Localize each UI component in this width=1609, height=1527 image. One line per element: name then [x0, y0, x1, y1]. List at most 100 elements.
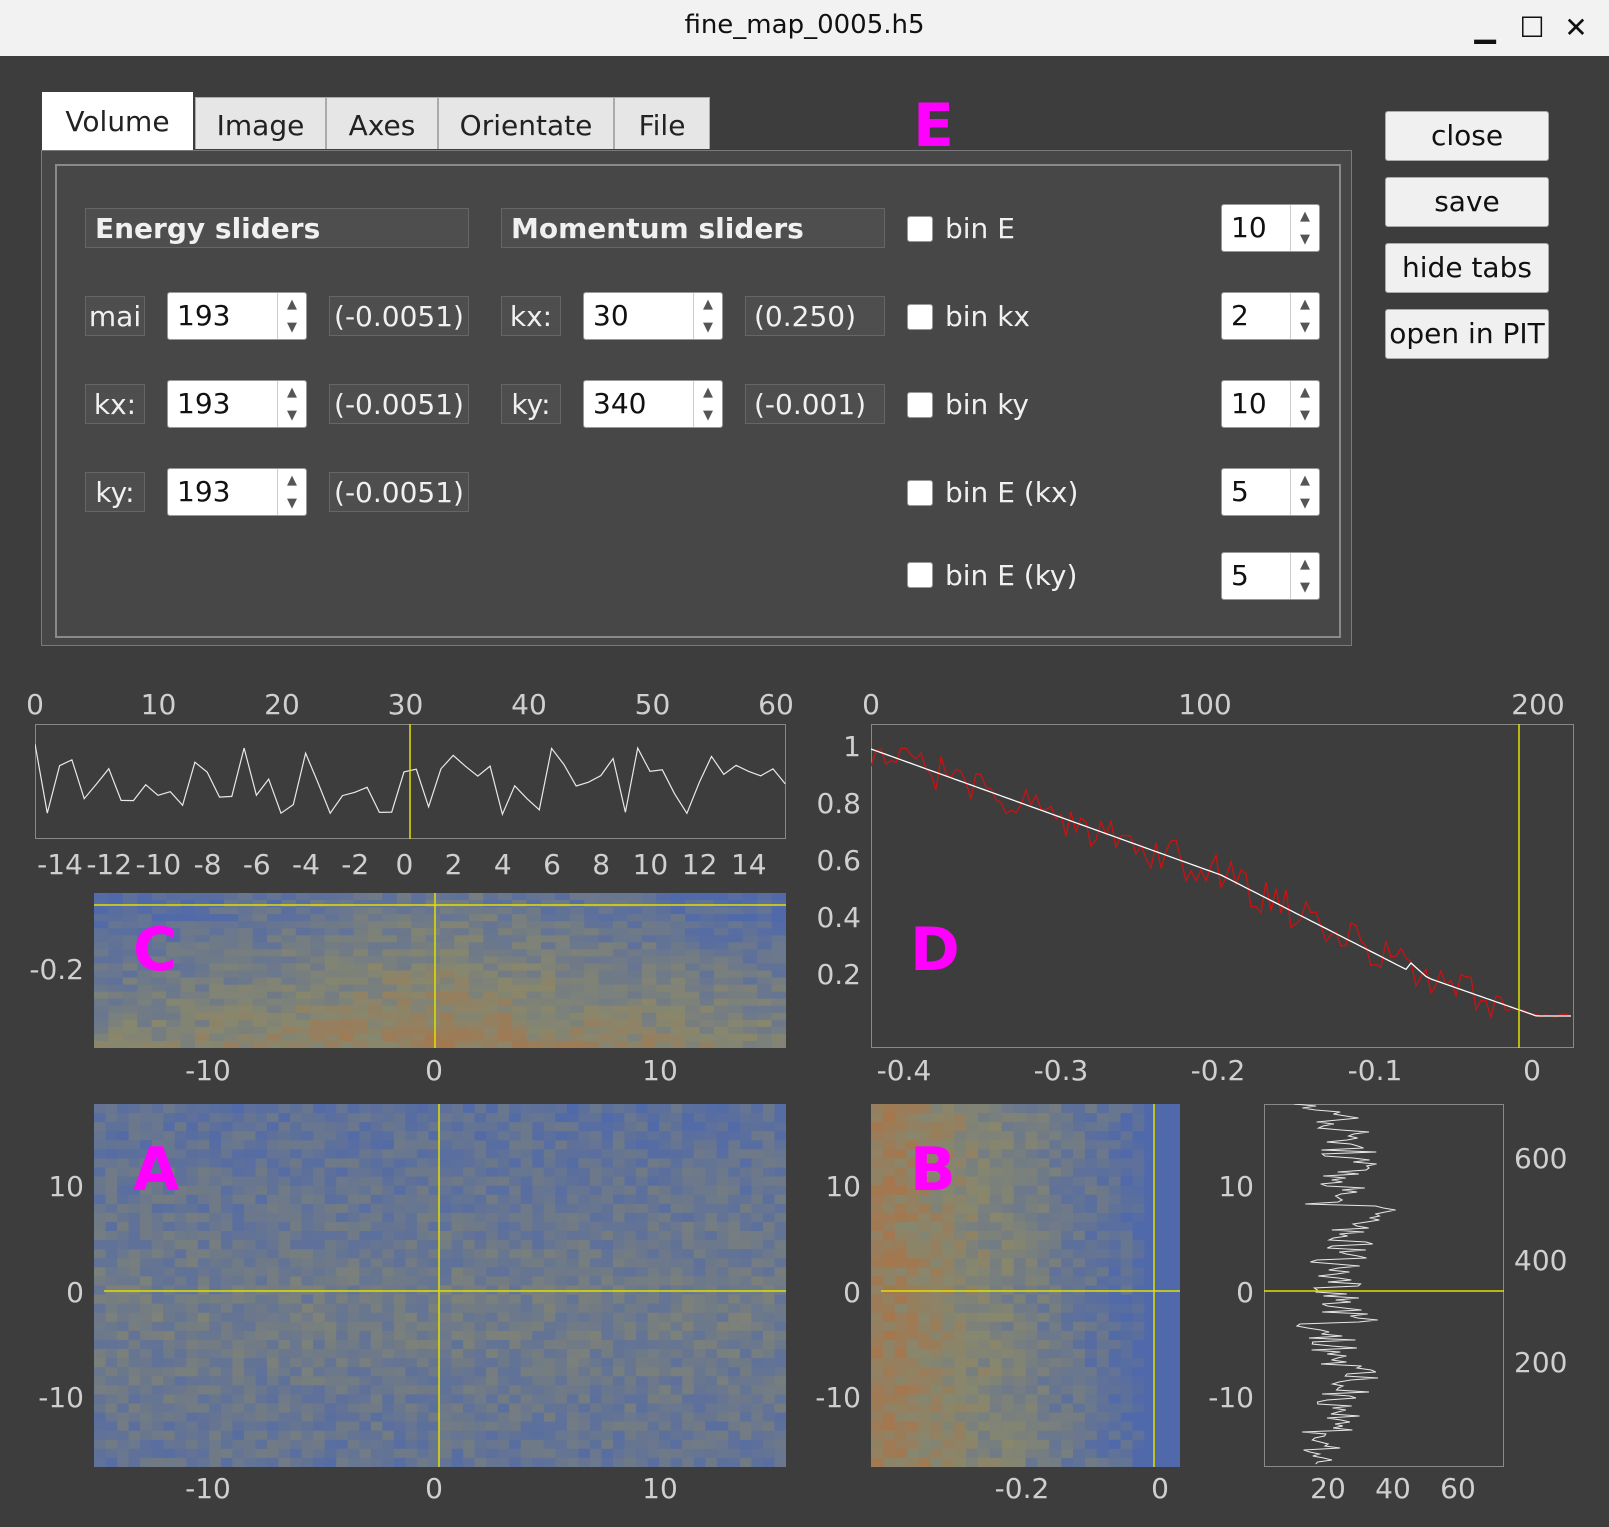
- pixel: [1073, 1167, 1086, 1178]
- pixel: [509, 1258, 522, 1268]
- pixel: [440, 1249, 453, 1259]
- pixel: [255, 1339, 268, 1350]
- pixel: [918, 1457, 931, 1467]
- pixel: [966, 1158, 979, 1169]
- bin-ky-spinbox[interactable]: 10 ▲ ▼: [1221, 380, 1320, 428]
- energy-ky-spinbox[interactable]: 193 ▲ ▼: [167, 468, 307, 516]
- pixel: [416, 1185, 429, 1196]
- pixel: [486, 1231, 499, 1241]
- bin-e-spinbox[interactable]: 10 ▲ ▼: [1221, 204, 1320, 252]
- spin-up-icon[interactable]: ▲: [1291, 553, 1319, 576]
- pixel: [232, 1158, 245, 1169]
- spin-up-icon[interactable]: ▲: [1291, 469, 1319, 492]
- spin-up-icon[interactable]: ▲: [1291, 205, 1319, 228]
- pixel: [1120, 1113, 1134, 1123]
- bin-e-kx-spinbox[interactable]: 5 ▲ ▼: [1221, 468, 1320, 516]
- spin-up-icon[interactable]: ▲: [278, 381, 306, 404]
- pixel: [566, 1131, 579, 1141]
- open-in-pit-button[interactable]: open in PIT: [1385, 309, 1549, 359]
- spin-down-icon[interactable]: ▼: [1291, 492, 1319, 515]
- bin-kx-spinbox[interactable]: 2 ▲ ▼: [1221, 292, 1320, 340]
- bin-ky-checkbox[interactable]: [907, 392, 933, 418]
- spin-up-icon[interactable]: ▲: [278, 293, 306, 316]
- tab-volume[interactable]: Volume: [42, 92, 193, 152]
- spin-down-icon[interactable]: ▼: [1291, 316, 1319, 339]
- pixel: [989, 1358, 1003, 1368]
- pixel: [774, 1149, 786, 1160]
- bin-e-kx-checkbox[interactable]: [907, 480, 933, 506]
- pixel: [278, 1185, 291, 1196]
- pixel: [682, 1457, 695, 1467]
- pixel: [589, 1240, 602, 1250]
- tab-image[interactable]: Image: [195, 97, 326, 149]
- spin-down-icon[interactable]: ▼: [1291, 228, 1319, 251]
- momentum-kx-spinbox[interactable]: 30 ▲ ▼: [583, 292, 723, 340]
- pixel: [232, 1321, 245, 1332]
- pixel: [894, 1367, 908, 1377]
- pixel: [509, 1212, 522, 1223]
- energy-mai-spinbox[interactable]: 193 ▲ ▼: [167, 292, 307, 340]
- close-button[interactable]: close: [1385, 111, 1549, 161]
- pixel: [220, 1122, 233, 1132]
- spin-up-icon[interactable]: ▲: [1291, 293, 1319, 316]
- pixel: [762, 1104, 775, 1114]
- pixel: [555, 1276, 568, 1287]
- pixel: [497, 1240, 510, 1250]
- bin-e-ky-checkbox[interactable]: [907, 562, 933, 588]
- spin-up-icon[interactable]: ▲: [1291, 381, 1319, 404]
- pixel: [978, 1194, 991, 1205]
- spin-down-icon[interactable]: ▼: [694, 404, 722, 427]
- pixel: [989, 1349, 1003, 1359]
- pixel: [440, 893, 455, 901]
- spin-up-icon[interactable]: ▲: [694, 381, 722, 404]
- pixel: [526, 928, 542, 936]
- pixel: [128, 1312, 141, 1323]
- tab-axes[interactable]: Axes: [326, 97, 438, 149]
- spin-down-icon[interactable]: ▼: [694, 316, 722, 339]
- pixel: [94, 921, 109, 929]
- tab-orientate[interactable]: Orientate: [438, 97, 614, 149]
- pixel: [278, 1321, 291, 1332]
- momentum-ky-spinbox[interactable]: 340 ▲ ▼: [583, 380, 723, 428]
- pixel: [281, 921, 297, 929]
- pixel: [267, 1276, 280, 1287]
- pixel: [105, 1421, 118, 1432]
- save-button[interactable]: save: [1385, 177, 1549, 227]
- pixel: [613, 1113, 626, 1123]
- pixel: [416, 1403, 429, 1414]
- pixel: [762, 1212, 775, 1223]
- pixel: [267, 1005, 282, 1014]
- pixel: [223, 921, 239, 929]
- pixel: [1061, 1158, 1074, 1169]
- pixel: [1049, 1439, 1062, 1450]
- pixel: [520, 1231, 533, 1241]
- pixel: [871, 1194, 884, 1205]
- spin-down-icon[interactable]: ▼: [278, 492, 306, 515]
- bin-kx-checkbox[interactable]: [907, 304, 933, 330]
- hide-tabs-button[interactable]: hide tabs: [1385, 243, 1549, 293]
- tab-file[interactable]: File: [614, 97, 710, 149]
- pixel: [310, 1005, 326, 1014]
- pixel: [117, 1240, 130, 1250]
- pixel: [774, 1104, 786, 1114]
- pixel: [647, 1249, 660, 1259]
- pixel: [1025, 1367, 1038, 1377]
- energy-kx-spinbox[interactable]: 193 ▲ ▼: [167, 380, 307, 428]
- close-window-icon[interactable]: ✕: [1556, 8, 1596, 48]
- maximize-icon[interactable]: ☐: [1512, 8, 1552, 48]
- pixel: [569, 1026, 585, 1035]
- bin-e-ky-spinbox[interactable]: 5 ▲ ▼: [1221, 552, 1320, 600]
- pixel: [742, 956, 758, 964]
- pixel: [497, 1385, 510, 1395]
- bin-e-checkbox[interactable]: [907, 216, 933, 242]
- spin-up-icon[interactable]: ▲: [278, 469, 306, 492]
- spin-down-icon[interactable]: ▼: [278, 316, 306, 339]
- pixel: [416, 1330, 429, 1341]
- spin-down-icon[interactable]: ▼: [1291, 404, 1319, 427]
- spin-up-icon[interactable]: ▲: [694, 293, 722, 316]
- spin-down-icon[interactable]: ▼: [1291, 576, 1319, 599]
- spin-down-icon[interactable]: ▼: [278, 404, 306, 427]
- pixel: [613, 942, 628, 950]
- pixel: [347, 1176, 360, 1187]
- minimize-icon[interactable]: ▁: [1465, 8, 1505, 48]
